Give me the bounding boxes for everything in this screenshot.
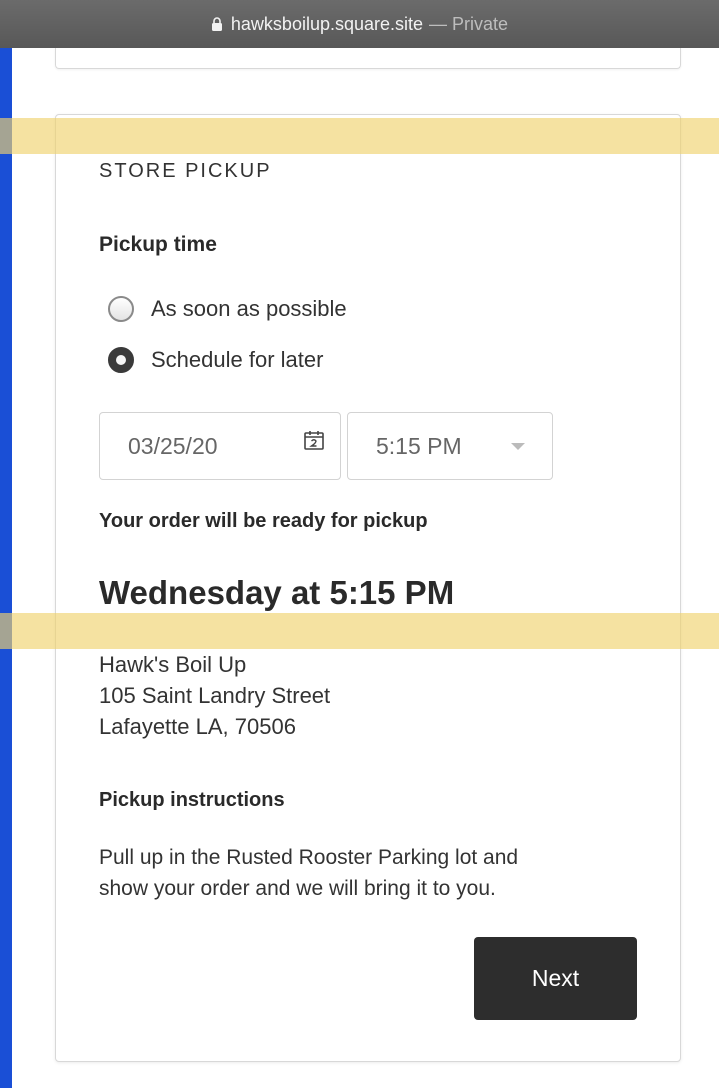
calendar-icon[interactable] (303, 429, 325, 451)
store-name: Hawk's Boil Up (99, 652, 247, 677)
radio-asap-label[interactable]: As soon as possible (151, 296, 347, 322)
radio-asap-button[interactable] (108, 296, 134, 322)
private-mode-label: Private (452, 13, 509, 34)
pickup-date-input[interactable]: 03/25/20 (99, 412, 341, 480)
url-separator: — (429, 13, 448, 34)
chevron-down-icon[interactable] (511, 443, 525, 450)
store-city: Lafayette LA, 70506 (99, 714, 296, 739)
radio-schedule-later[interactable]: Schedule for later (108, 347, 323, 373)
browser-url-bar[interactable]: hawksboilup.square.site — Private (0, 0, 719, 48)
instructions-line-1: Pull up in the Rusted Rooster Parking lo… (99, 846, 519, 869)
ready-text: Your order will be ready for pickup (99, 510, 428, 532)
ready-time: Wednesday at 5:15 PM (99, 574, 455, 611)
lock-icon (211, 17, 222, 31)
next-button[interactable]: Next (474, 937, 637, 1020)
radio-schedule-later-button[interactable] (108, 347, 134, 373)
url-domain: hawksboilup.square.site (230, 13, 424, 34)
pickup-instructions-label: Pickup instructions (99, 789, 285, 811)
radio-asap[interactable]: As soon as possible (108, 296, 347, 322)
pickup-date-value[interactable]: 03/25/20 (128, 433, 218, 460)
pickup-time-value[interactable]: 5:15 PM (376, 433, 462, 460)
highlight-band-top (0, 118, 719, 154)
pickup-time-label: Pickup time (99, 233, 217, 256)
store-address: Hawk's Boil Up 105 Saint Landry Street L… (99, 649, 330, 742)
previous-card (55, 48, 681, 69)
radio-schedule-later-label[interactable]: Schedule for later (151, 347, 323, 373)
store-street: 105 Saint Landry Street (99, 683, 331, 708)
highlight-band-bottom (0, 613, 719, 649)
instructions-line-2: show your order and we will bring it to … (99, 877, 496, 900)
page-content (12, 48, 719, 1088)
pickup-instructions-text: Pull up in the Rusted Rooster Parking lo… (99, 842, 639, 904)
section-title: STORE PICKUP (99, 160, 272, 182)
pickup-time-select[interactable]: 5:15 PM (347, 412, 553, 480)
